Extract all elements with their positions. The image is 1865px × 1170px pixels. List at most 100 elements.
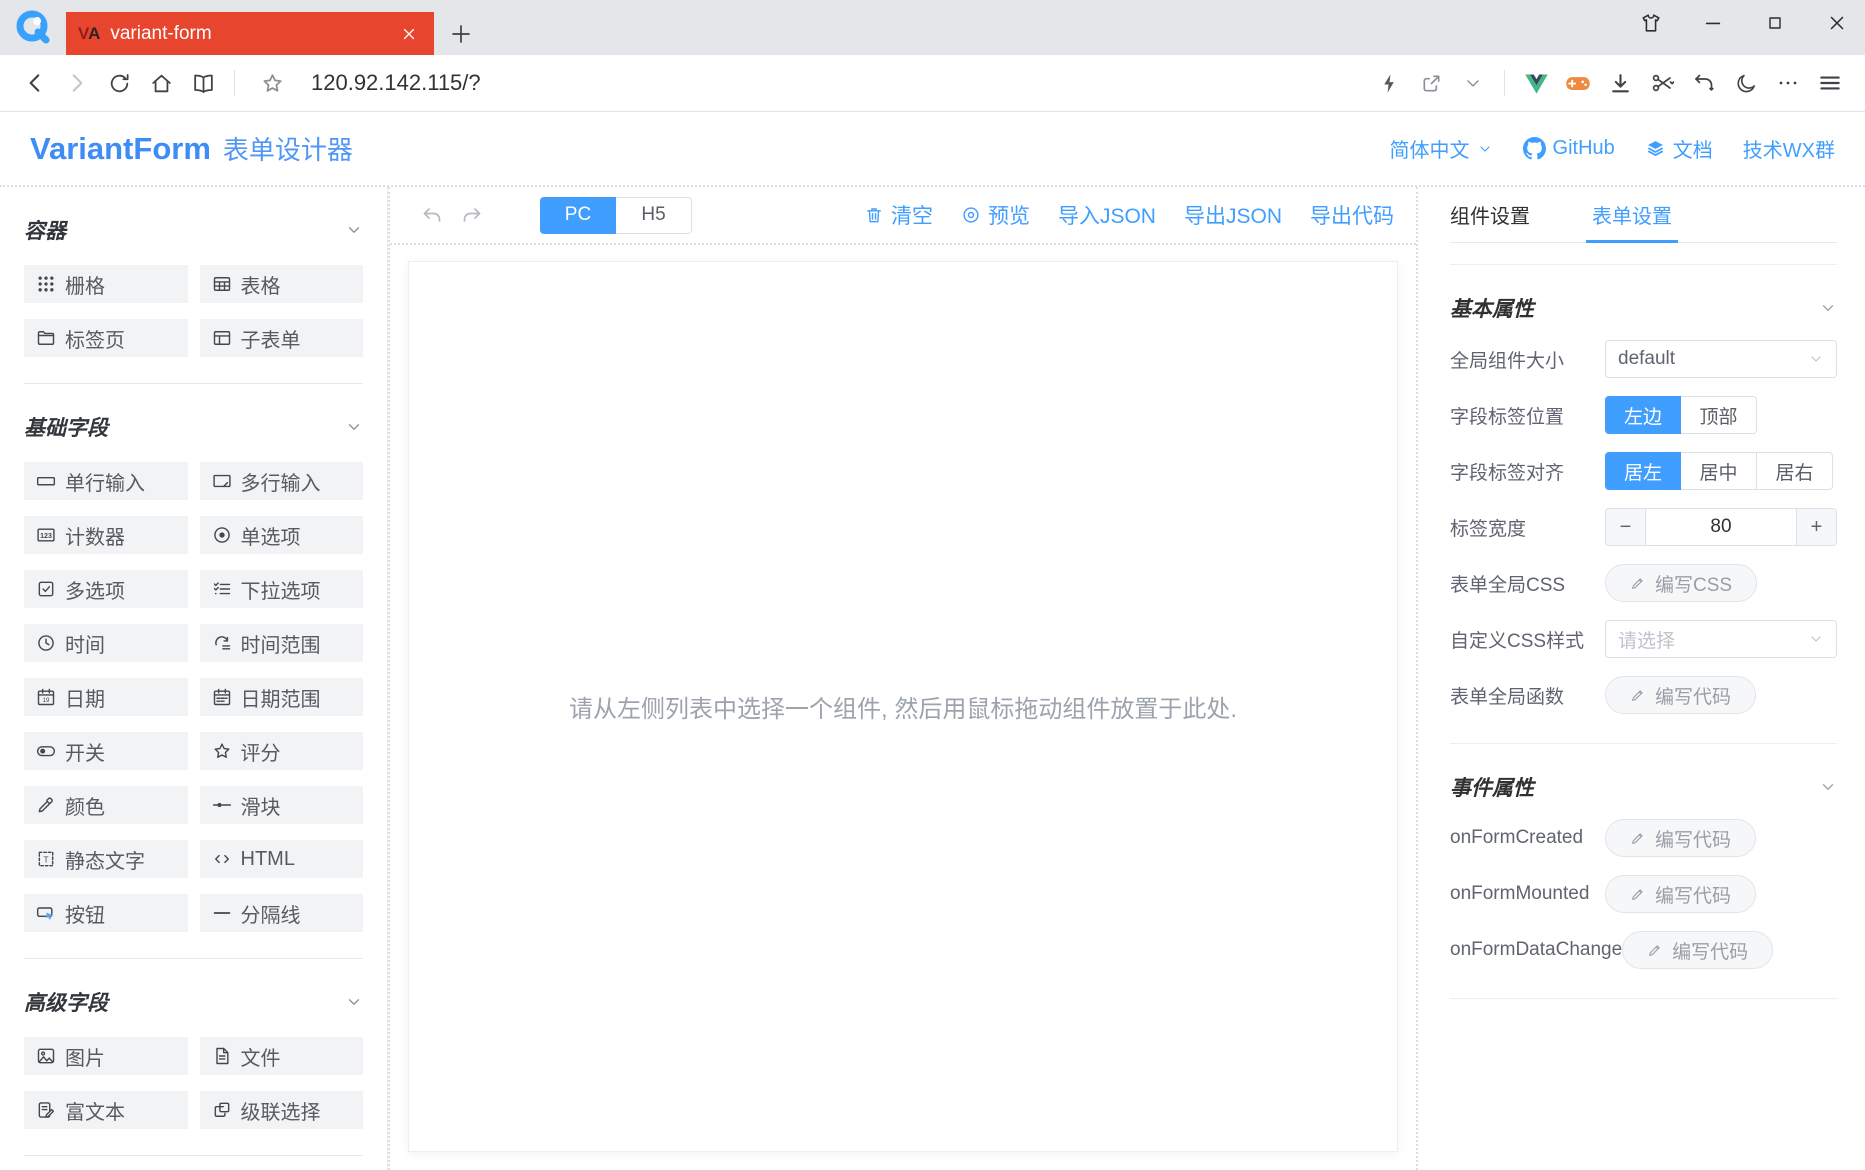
tab-close-icon[interactable] — [396, 21, 422, 47]
qq-browser-logo-icon[interactable] — [0, 0, 66, 55]
device-tab-pc[interactable]: PC — [540, 197, 616, 234]
palette-item-cascader[interactable]: 级联选择 — [200, 1091, 364, 1129]
header-link-github[interactable]: GitHub — [1523, 137, 1615, 160]
chevron-down-icon[interactable] — [345, 993, 363, 1011]
palette-item-color[interactable]: 颜色 — [24, 786, 188, 824]
toolbar-action-1[interactable]: 预览 — [961, 200, 1030, 230]
edit-code-button[interactable]: 编写CSS — [1605, 564, 1757, 602]
browser-tab[interactable]: VA variant-form — [66, 12, 434, 55]
palette-item-radio[interactable]: 单选项 — [200, 516, 364, 554]
share-icon[interactable] — [1410, 62, 1452, 104]
redo-icon[interactable] — [452, 195, 492, 235]
screenshot-scissors-icon[interactable] — [1641, 62, 1683, 104]
edit-code-button[interactable]: 编写代码 — [1622, 931, 1773, 969]
settings-tab-1[interactable]: 表单设置 — [1592, 187, 1672, 242]
palette-section-header[interactable]: 容器 — [24, 187, 363, 245]
address-bar[interactable]: 120.92.142.115/? — [245, 62, 1368, 104]
edit-code-button[interactable]: 编写代码 — [1605, 819, 1756, 857]
toolbar-action-2[interactable]: 导入JSON — [1058, 200, 1156, 230]
vue-devtools-icon[interactable] — [1515, 62, 1557, 104]
stepper-value[interactable]: 80 — [1646, 509, 1796, 545]
chevron-down-icon[interactable] — [1819, 299, 1837, 317]
edit-code-button[interactable]: 编写代码 — [1605, 676, 1756, 714]
palette-item-grid[interactable]: 栅格 — [24, 265, 188, 303]
input-icon — [36, 471, 56, 491]
chevron-down-icon[interactable] — [1452, 62, 1494, 104]
canvas-drop-area[interactable]: 请从左侧列表中选择一个组件, 然后用鼠标拖动组件放置于此处. — [390, 243, 1416, 1170]
toolbar-action-4[interactable]: 导出代码 — [1310, 200, 1394, 230]
palette-item-select[interactable]: 下拉选项 — [200, 570, 364, 608]
stepper-increase-button[interactable]: + — [1796, 509, 1836, 545]
palette-item-checkbox[interactable]: 多选项 — [24, 570, 188, 608]
palette-section-title: 容器 — [24, 215, 66, 245]
device-tab-h5[interactable]: H5 — [616, 197, 692, 234]
chevron-down-icon[interactable] — [345, 418, 363, 436]
gamepad-extension-icon[interactable] — [1557, 62, 1599, 104]
settings-tab-0[interactable]: 组件设置 — [1450, 187, 1530, 242]
palette-item-switch[interactable]: 开关 — [24, 732, 188, 770]
palette-item-static-text[interactable]: T静态文字 — [24, 840, 188, 878]
settings-section-header[interactable]: 基本属性 — [1450, 293, 1837, 323]
bookmark-star-icon[interactable] — [251, 62, 293, 104]
palette-item-textarea[interactable]: 多行输入 — [200, 462, 364, 500]
palette-section-header[interactable]: 基础字段 — [24, 384, 363, 442]
refresh-icon[interactable] — [98, 62, 140, 104]
home-icon[interactable] — [140, 62, 182, 104]
segment-option[interactable]: 居右 — [1757, 452, 1833, 490]
palette-item-divider[interactable]: 分隔线 — [200, 894, 364, 932]
chevron-down-icon[interactable] — [1819, 778, 1837, 796]
button-icon — [36, 903, 56, 923]
undo-icon[interactable] — [412, 195, 452, 235]
palette-item-number[interactable]: 123计数器 — [24, 516, 188, 554]
segment-option[interactable]: 居中 — [1681, 452, 1757, 490]
flash-icon[interactable] — [1368, 62, 1410, 104]
segment-option[interactable]: 居左 — [1605, 452, 1681, 490]
palette-item-time-range[interactable]: 时间范围 — [200, 624, 364, 662]
edit-code-button[interactable]: 编写代码 — [1605, 875, 1756, 913]
palette-item-tabs[interactable]: 标签页 — [24, 319, 188, 357]
reading-mode-icon[interactable] — [182, 62, 224, 104]
new-tab-button[interactable] — [434, 12, 488, 55]
history-undo-icon[interactable] — [1683, 62, 1725, 104]
segment-option[interactable]: 顶部 — [1681, 396, 1757, 434]
palette-item-date-range[interactable]: 日期范围 — [200, 678, 364, 716]
night-mode-moon-icon[interactable] — [1725, 62, 1767, 104]
download-icon[interactable] — [1599, 62, 1641, 104]
theme-shirt-icon[interactable] — [1631, 3, 1671, 43]
form-canvas[interactable]: 请从左侧列表中选择一个组件, 然后用鼠标拖动组件放置于此处. — [408, 261, 1398, 1152]
maximize-icon[interactable] — [1755, 3, 1795, 43]
forward-icon[interactable] — [56, 62, 98, 104]
header-link-2[interactable]: 文档 — [1645, 134, 1713, 163]
palette-item-picture[interactable]: 图片 — [24, 1037, 188, 1075]
header-link-3[interactable]: 技术WX群 — [1743, 134, 1835, 163]
palette-item-time[interactable]: 时间 — [24, 624, 188, 662]
palette-item-rich-editor[interactable]: 富文本 — [24, 1091, 188, 1129]
palette-item-rate[interactable]: 评分 — [200, 732, 364, 770]
settings-section-header[interactable]: 事件属性 — [1450, 772, 1837, 802]
minimize-icon[interactable] — [1693, 3, 1733, 43]
header-link-0[interactable]: 简体中文 — [1390, 134, 1493, 163]
palette-item-input[interactable]: 单行输入 — [24, 462, 188, 500]
select-自定义CSS样式[interactable]: 请选择 — [1605, 620, 1837, 658]
menu-hamburger-icon[interactable] — [1809, 62, 1851, 104]
palette-item-button[interactable]: 按钮 — [24, 894, 188, 932]
palette-item-file[interactable]: 文件 — [200, 1037, 364, 1075]
palette-item-slider[interactable]: 滑块 — [200, 786, 364, 824]
palette-item-html[interactable]: HTML — [200, 840, 364, 878]
palette-item-table[interactable]: 表格 — [200, 265, 364, 303]
toolbar-action-3[interactable]: 导出JSON — [1184, 200, 1282, 230]
url-text[interactable]: 120.92.142.115/? — [311, 70, 481, 96]
toolbar-action-0[interactable]: 清空 — [864, 200, 933, 230]
window-close-icon[interactable] — [1817, 3, 1857, 43]
navbar-right-icons — [1368, 62, 1851, 104]
palette-item-subform[interactable]: 子表单 — [200, 319, 364, 357]
segmented-字段标签位置: 左边顶部 — [1605, 396, 1757, 434]
stepper-decrease-button[interactable]: − — [1606, 509, 1646, 545]
back-icon[interactable] — [14, 62, 56, 104]
segment-option[interactable]: 左边 — [1605, 396, 1681, 434]
select-全局组件大小[interactable]: default — [1605, 340, 1837, 378]
palette-item-date[interactable]: 19日期 — [24, 678, 188, 716]
palette-section-header[interactable]: 高级字段 — [24, 959, 363, 1017]
more-options-icon[interactable] — [1767, 62, 1809, 104]
chevron-down-icon[interactable] — [345, 221, 363, 239]
